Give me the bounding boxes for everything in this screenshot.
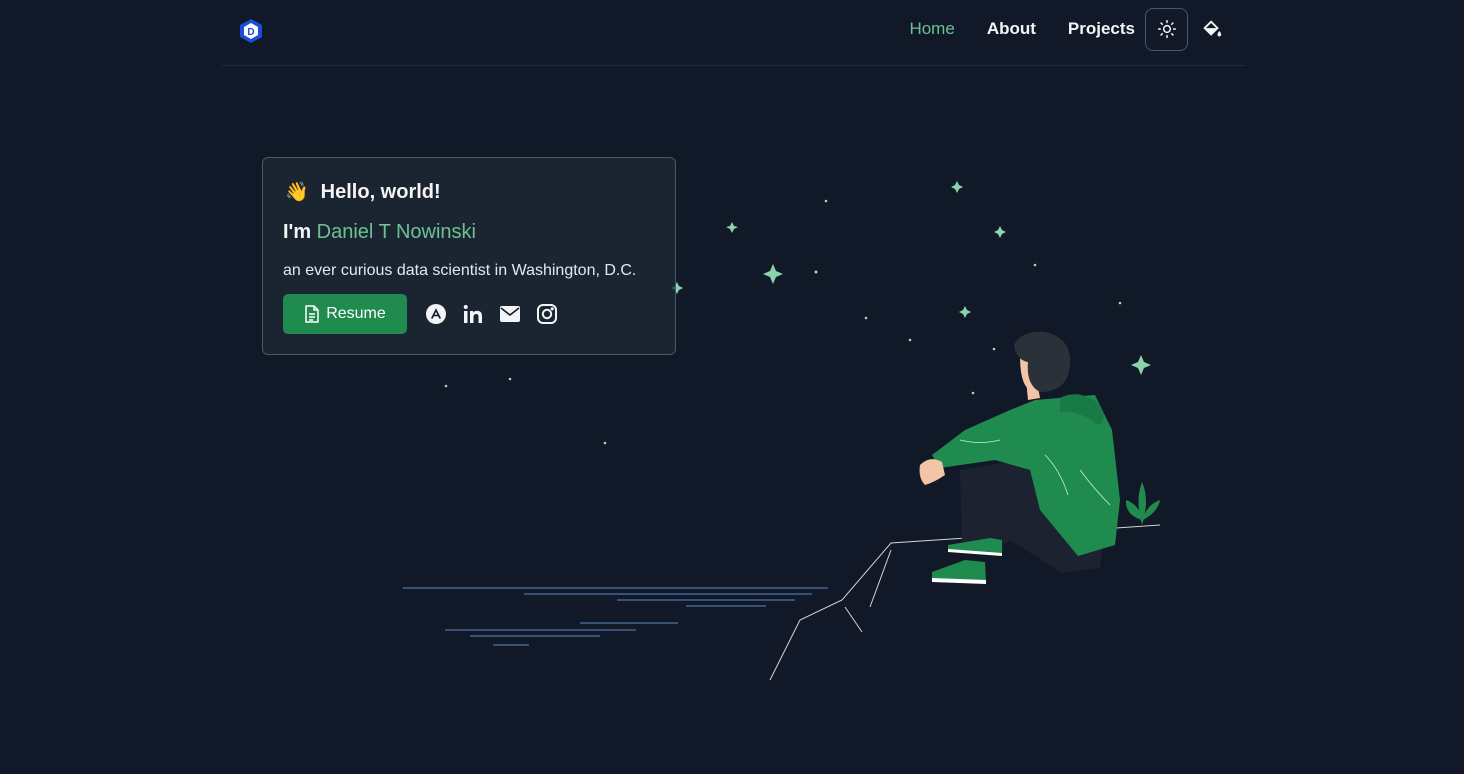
hero-actions: Resume [283,294,655,334]
intro-prefix: I'm [283,221,312,243]
document-icon [305,305,319,323]
person-figure [919,331,1120,584]
linkedin-icon [463,305,482,323]
resume-label: Resume [326,305,386,322]
sparkles [671,181,1151,375]
resume-button[interactable]: Resume [283,294,407,334]
greeting-text: Hello, world! [320,180,441,203]
email-icon [500,306,520,322]
author-name: Daniel T Nowinski [316,221,476,243]
plant [1125,482,1160,525]
linkedin-link[interactable] [461,302,485,326]
wave-emoji: 👋 [285,182,309,203]
instagram-link[interactable] [535,302,559,326]
water-lines [403,587,828,646]
moon-icon [878,193,929,248]
tagline: an ever curious data scientist in Washin… [283,262,637,279]
app-store-icon [426,304,446,324]
app-store-link[interactable] [424,302,448,326]
intro-line: I'm Daniel T Nowinski [283,221,655,244]
greeting: 👋 Hello, world! [283,180,655,204]
night-illustration [403,181,1161,681]
hero-card: 👋 Hello, world! I'm Daniel T Nowinski an… [262,157,676,355]
instagram-icon [537,304,557,324]
email-link[interactable] [498,302,522,326]
